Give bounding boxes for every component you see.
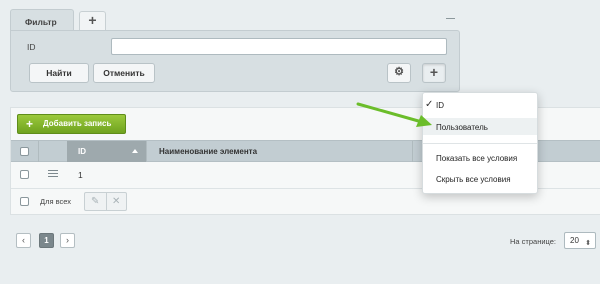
cancel-button[interactable]: Отменить <box>93 63 155 83</box>
per-page-value: 20 <box>570 236 579 245</box>
dropdown-item-show-all[interactable]: Показать все условия <box>436 154 517 163</box>
next-page-button[interactable]: › <box>60 233 75 248</box>
id-filter-input[interactable] <box>111 38 447 55</box>
annotation-arrow-icon <box>356 102 432 127</box>
dropdown-divider <box>423 143 537 144</box>
minimize-icon[interactable] <box>445 14 456 22</box>
add-field-plus-icon[interactable]: + <box>422 63 446 83</box>
action-divider <box>106 193 107 210</box>
column-header-id[interactable]: ID <box>78 147 86 156</box>
tab-filter[interactable]: Фильтр <box>10 9 74 31</box>
per-page-select[interactable]: 20 ⬍ <box>564 232 596 249</box>
find-button[interactable]: Найти <box>29 63 89 83</box>
add-filter-tab-button[interactable]: + <box>79 11 106 30</box>
delete-icon[interactable]: ✕ <box>112 196 120 207</box>
group-actions: ✎ ✕ <box>84 192 127 211</box>
dropdown-item-hide-all[interactable]: Скрыть все условия <box>436 175 511 184</box>
table-cell-id: 1 <box>78 170 83 180</box>
row-menu-icon[interactable] <box>48 170 58 178</box>
chevron-down-icon: ⬍ <box>585 240 591 247</box>
row-checkbox[interactable] <box>20 170 29 179</box>
column-divider <box>412 141 413 162</box>
edit-icon[interactable]: ✎ <box>91 196 99 207</box>
for-all-label: Для всех <box>40 197 72 206</box>
apply-to-all-checkbox[interactable] <box>20 197 29 206</box>
add-record-button[interactable]: + Добавить запись <box>17 114 126 134</box>
column-divider <box>38 141 39 162</box>
column-divider <box>146 141 147 162</box>
current-page-button[interactable]: 1 <box>39 233 54 248</box>
prev-page-button[interactable]: ‹ <box>16 233 31 248</box>
sort-ascending-icon[interactable] <box>132 149 138 153</box>
id-filter-label: ID <box>27 42 36 52</box>
column-header-name[interactable]: Наименование элемента <box>159 147 257 156</box>
dropdown-item-user[interactable]: Пользователь <box>436 123 488 132</box>
select-all-checkbox[interactable] <box>20 147 29 156</box>
gear-icon[interactable]: ⚙ <box>387 63 411 83</box>
per-page-label: На странице: <box>510 237 556 246</box>
dropdown-item-id[interactable]: ID <box>436 101 444 110</box>
add-record-label: Добавить запись <box>43 119 112 128</box>
plus-icon: + <box>26 117 34 131</box>
